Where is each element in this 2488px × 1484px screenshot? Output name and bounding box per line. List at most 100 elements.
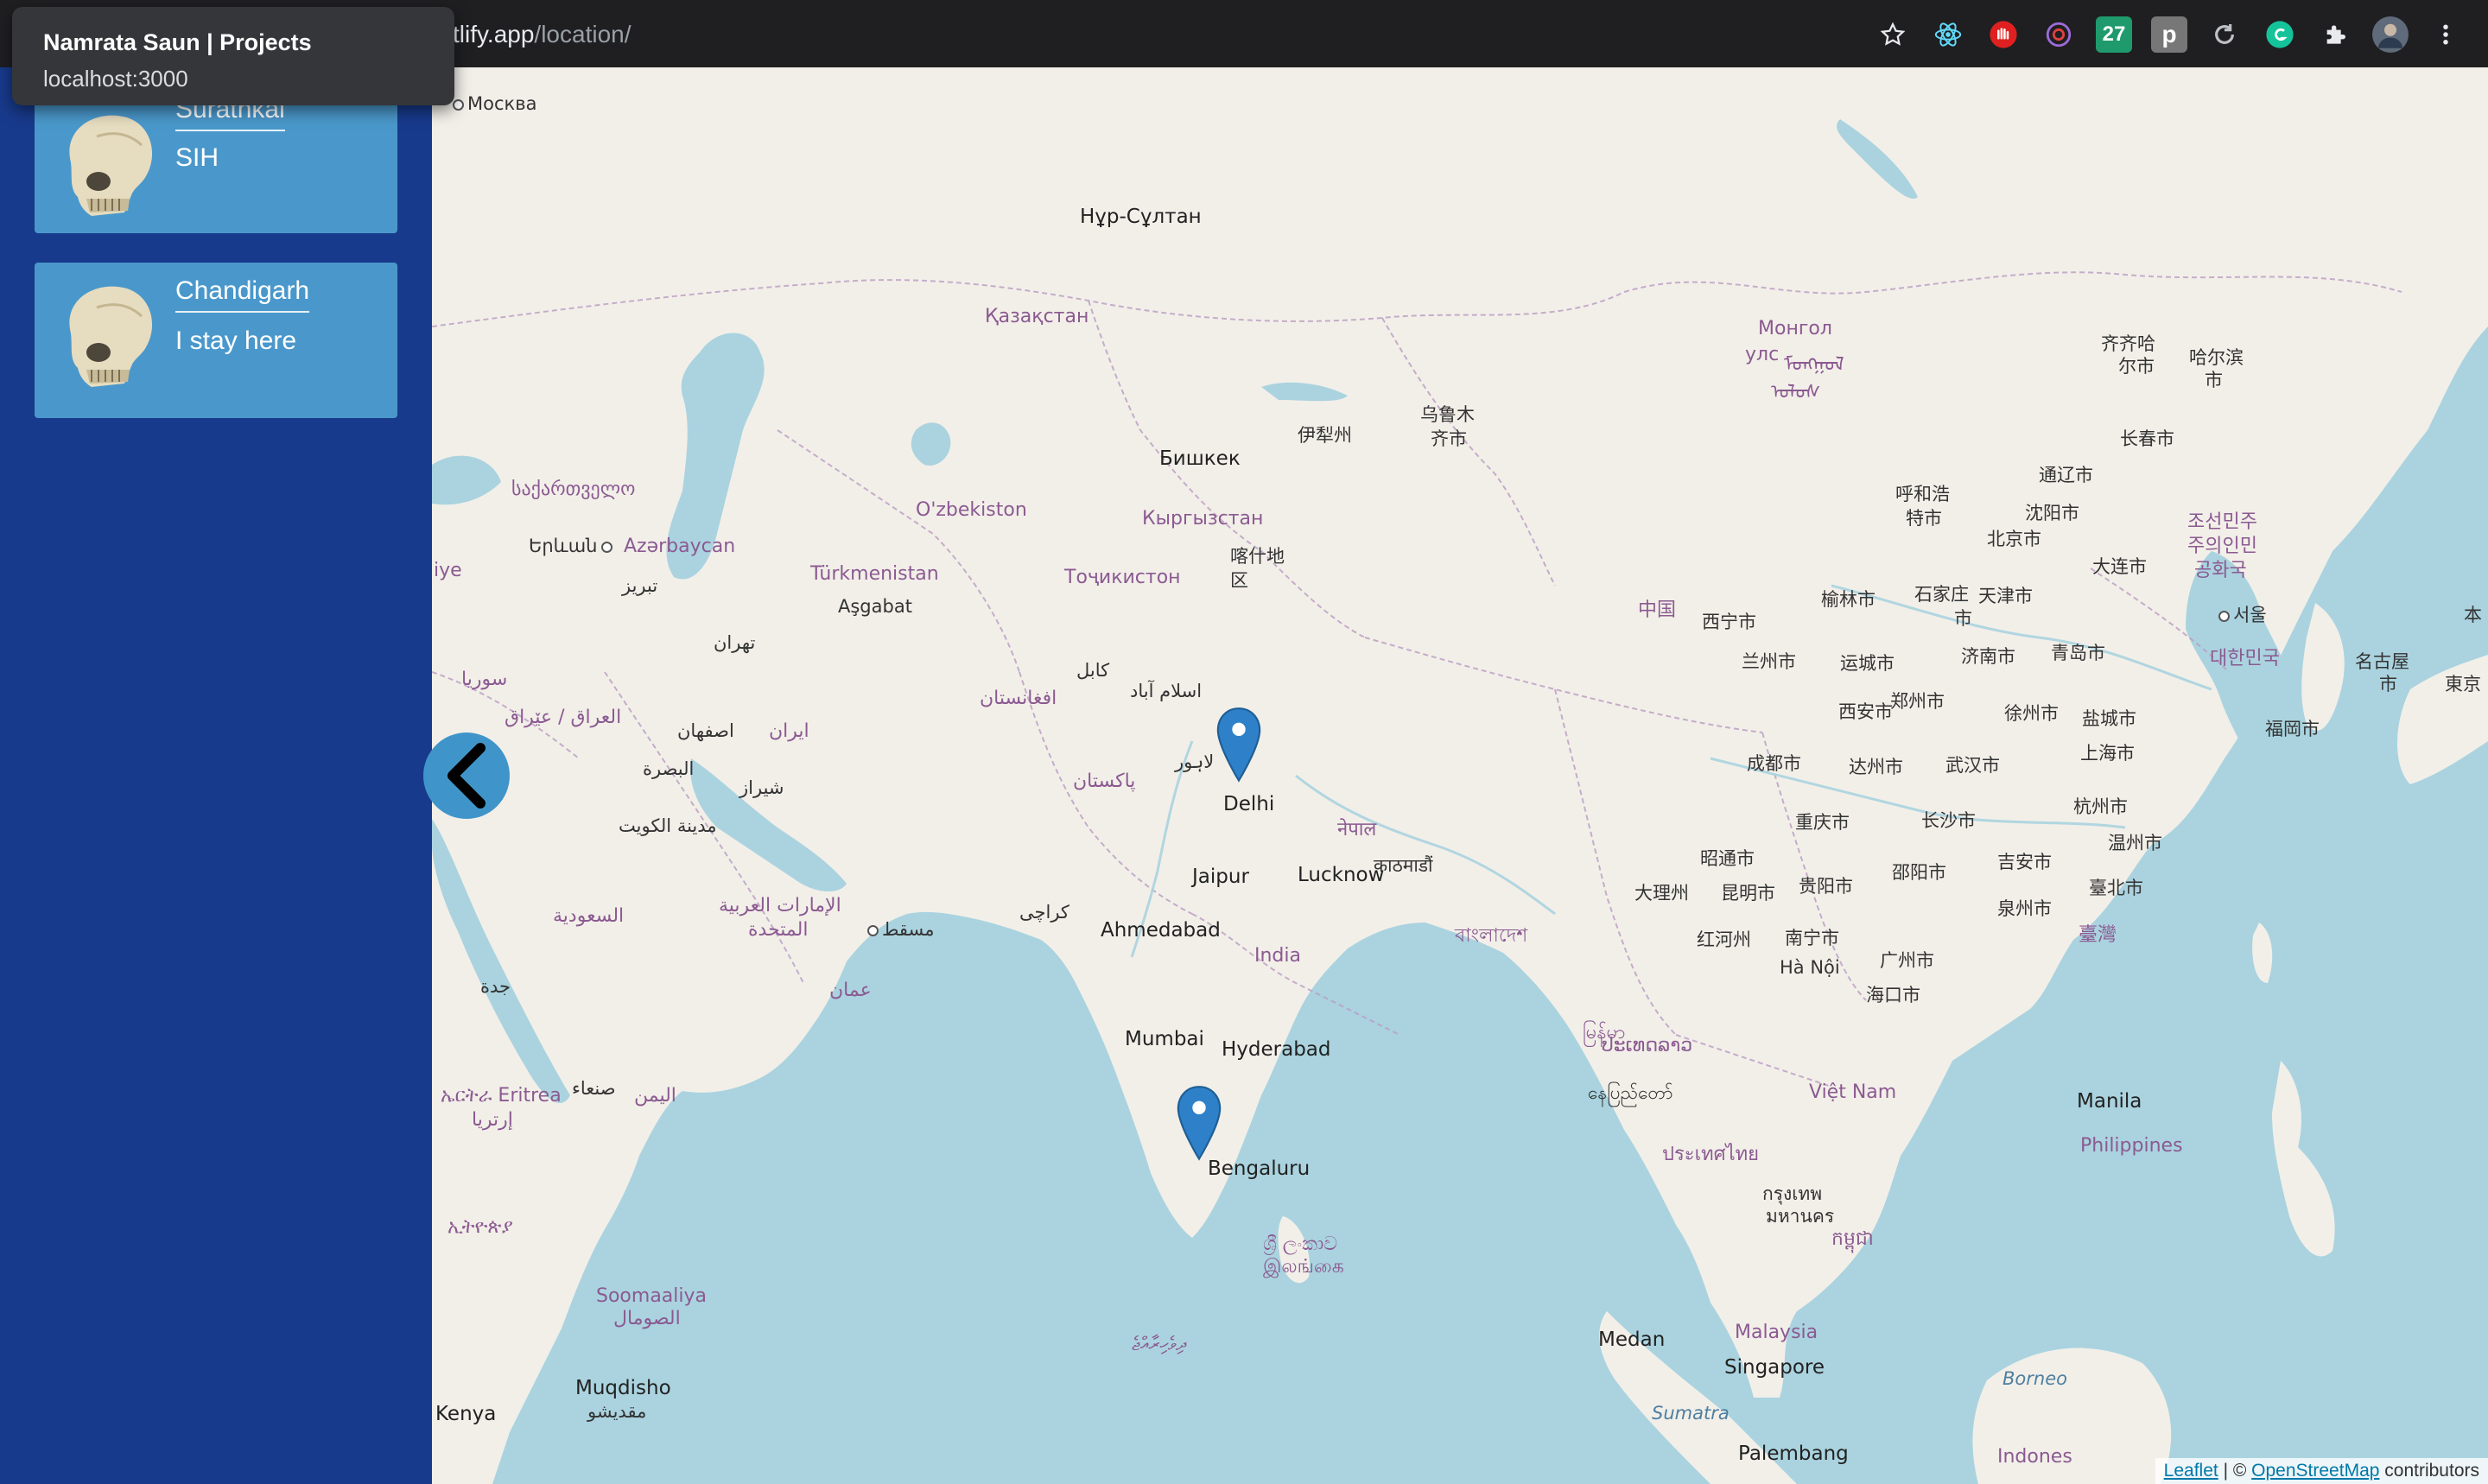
map-label: اليمن (634, 1085, 676, 1107)
grammarly-icon[interactable] (2262, 16, 2298, 53)
map-label: இலங்கை (1263, 1256, 1344, 1278)
map-label: 达州市 (1849, 757, 1903, 777)
back-button[interactable] (423, 732, 510, 819)
url-host: tlify.app (453, 21, 535, 48)
map-label: 盐城市 (2082, 708, 2136, 729)
map-label: 大理州 (1634, 883, 1689, 904)
map-label: 武汉市 (1945, 755, 2000, 776)
map-label: Philippines (2080, 1135, 2183, 1157)
27-icon[interactable]: 27 (2096, 16, 2132, 53)
map-label: مقديشو (587, 1401, 647, 1422)
attribution-separator: | © (2218, 1461, 2252, 1481)
map-label: 東京 (2445, 674, 2481, 694)
map-label: ދިވެހިރާއްޖެ (1132, 1334, 1187, 1355)
map-label: საქართველო (511, 479, 636, 500)
map-label: إرتريا (472, 1109, 513, 1131)
map-label: ประเทศไทย (1662, 1144, 1760, 1165)
url-path: /location/ (534, 21, 632, 48)
map-label: لاہور (1175, 752, 1215, 772)
map-label: 广州市 (1880, 950, 1934, 971)
map-label: Нұр-Сұлтан (1080, 206, 1202, 228)
leaflet-map[interactable]: Москва Нұр-Сұлтан Қазақстан Монгол улс ᠮ… (432, 67, 2488, 1484)
map-label: Lucknow (1298, 864, 1385, 886)
map-label: البصرة (643, 758, 695, 779)
map-label: Delhi (1223, 793, 1275, 815)
map-label: Москва (453, 93, 536, 114)
map-label: Manila (2077, 1090, 2142, 1113)
star-icon[interactable] (1875, 16, 1911, 53)
map-label: 杭州市 (2073, 796, 2128, 817)
map-label: 重庆市 (1795, 812, 1850, 833)
map-label: 沈阳市 (2025, 503, 2079, 523)
location-card-chandigarh[interactable]: Chandigarh I stay here (35, 263, 397, 418)
map-label: O'zbekiston (916, 499, 1027, 521)
map-label: Kenya (435, 1403, 497, 1425)
map-attribution: Leaflet | © OpenStreetMap contributors (2155, 1458, 2488, 1484)
map-label: تهران (714, 632, 756, 653)
map-label: 郑州市 (1890, 691, 1945, 712)
map-label: Тоҷикистон (1064, 567, 1181, 588)
map-label: 海口市 (1866, 985, 1920, 1005)
map-label: Երևան (529, 536, 616, 556)
map-label: 呼和浩 (1895, 484, 1950, 504)
map-label: مسقط (867, 919, 935, 940)
map-label: 榆林市 (1821, 589, 1876, 610)
map-label: Malaysia (1735, 1322, 1818, 1343)
p-icon[interactable]: p (2151, 16, 2187, 53)
map-label: جدة (480, 976, 511, 997)
map-label: Қазақстан (985, 306, 1089, 327)
map-label: 西宁市 (1702, 612, 1756, 632)
map-label: iye (434, 560, 462, 581)
map-label: 대한민국 (2210, 648, 2280, 669)
map-label: 乌鲁木 (1420, 404, 1475, 425)
map-label: 南宁市 (1785, 928, 1839, 948)
map-label: صنعاء (572, 1078, 616, 1099)
map-label: 臺灣 (2079, 924, 2117, 946)
menu-icon[interactable] (2428, 16, 2464, 53)
openstreetmap-link[interactable]: OpenStreetMap (2251, 1461, 2379, 1481)
map-label: Jaipur (1192, 866, 1249, 888)
map-tiles (432, 67, 2488, 1484)
map-label: Singapore (1724, 1356, 1825, 1379)
map-label: 兰州市 (1742, 651, 1796, 672)
map-label: နေပြည်တော် (1588, 1082, 1673, 1103)
map-label: 青岛市 (2051, 643, 2105, 663)
leaflet-link[interactable]: Leaflet (2164, 1461, 2218, 1481)
map-label: ኢትዮጵያ (447, 1216, 513, 1238)
map-label: كراچی (1019, 902, 1069, 923)
map-label: 邵阳市 (1892, 862, 1946, 883)
map-label: 区 (1230, 570, 1248, 591)
puzzle-icon[interactable] (2317, 16, 2353, 53)
map-label: 서울 (2218, 601, 2267, 627)
map-label: ශ්‍රී ලංකාව (1263, 1233, 1338, 1255)
map-label: شیراز (739, 777, 784, 798)
skull-image (69, 115, 153, 216)
map-label: Muqdisho (575, 1377, 671, 1399)
map-label: 泉州市 (1997, 898, 2052, 919)
map-label: 特市 (1906, 508, 1942, 529)
avatar[interactable] (2372, 16, 2409, 53)
map-label: Hyderabad (1222, 1038, 1331, 1061)
tooltip-title: Namrata Saun | Projects (43, 29, 312, 55)
location-description: I stay here (175, 327, 297, 355)
refresh-icon[interactable] (2206, 16, 2243, 53)
map-label: улс (1745, 344, 1780, 365)
react-devtools-icon[interactable] (1930, 16, 1966, 53)
map-label: Ahmedabad (1101, 919, 1221, 942)
redux-icon[interactable] (2041, 16, 2077, 53)
address-bar[interactable]: tlify.app/location/ (453, 19, 632, 50)
map-label: Кыргызстан (1142, 508, 1264, 530)
map-label: Бишкек (1159, 447, 1241, 470)
map-label: Soomaaliya (596, 1285, 708, 1307)
map-label: تبریز (622, 575, 658, 596)
map-label: Medan (1598, 1329, 1666, 1351)
map-label: اسلام آباد (1130, 681, 1203, 701)
red-hand-icon[interactable] (1985, 16, 2022, 53)
location-name[interactable]: Chandigarh (175, 276, 310, 313)
map-label: India (1254, 945, 1301, 967)
map-marker-chandigarh[interactable] (1215, 707, 1263, 784)
map-label: 红河州 (1697, 929, 1751, 950)
map-marker-surathkal[interactable] (1175, 1085, 1223, 1163)
map-label: កម្ពុជា (1831, 1228, 1874, 1250)
map-label: عمان (829, 980, 872, 1001)
